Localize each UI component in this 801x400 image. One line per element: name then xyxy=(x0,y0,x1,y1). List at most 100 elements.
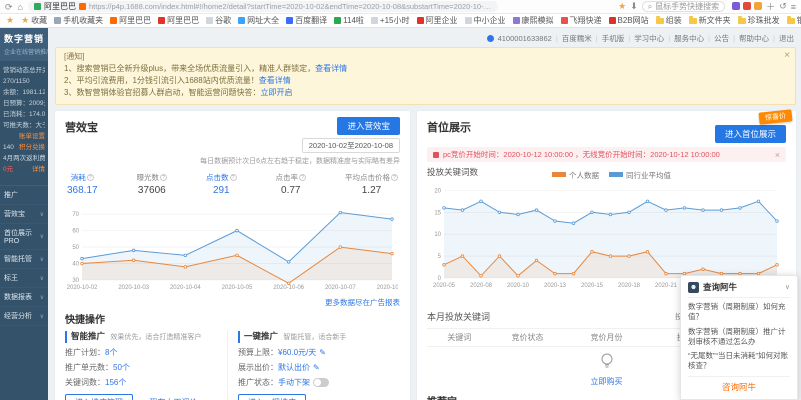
info-icon[interactable]: ? xyxy=(299,174,306,181)
enter-shouwei-button[interactable]: 进入首位展示 xyxy=(715,125,786,143)
trend-chart-left: 30405060702020-10-022020-10-032020-10-04… xyxy=(65,196,398,291)
chat-question[interactable]: 数字营销（周期制度）如何充值？ xyxy=(688,302,790,322)
account-bar-item[interactable]: 4100001633862 xyxy=(498,34,552,43)
bookmark-item[interactable]: 阿里企业 xyxy=(417,15,458,26)
chat-question[interactable]: 数字营销（周期制度）推广计划审核不通过怎么办 xyxy=(688,327,790,347)
sidebar-stat-row: 日预算：2009元充值 xyxy=(3,98,45,109)
chat-question[interactable]: “无尾数”“当日未消耗”如何对账核查？ xyxy=(688,351,790,371)
svg-text:2020-15: 2020-15 xyxy=(581,283,604,289)
info-icon[interactable]: ? xyxy=(160,174,167,181)
panel-right-head: 首位展示 进入首位展示 xyxy=(427,117,786,143)
svg-text:15: 15 xyxy=(434,210,441,216)
trend-chart-right: 051015202020-052020-082020-102020-132020… xyxy=(427,181,783,289)
info-icon[interactable]: ? xyxy=(230,174,237,181)
extension-icon[interactable] xyxy=(732,2,740,10)
sidebar-item-营效宝[interactable]: 营效宝∨ xyxy=(0,205,48,224)
bidding-notice-close-icon[interactable]: × xyxy=(771,150,780,160)
bookmark-site-icon xyxy=(609,17,616,24)
report-link-left[interactable]: 更多数据尽在广告报表 xyxy=(65,297,400,308)
url-field[interactable]: 阿里巴巴 https://p4p.1688.com/index.html#!/h… xyxy=(28,1,498,12)
chat-header[interactable]: ☻ 查询阿牛 ∨ xyxy=(688,281,790,298)
sidebar-item-标王[interactable]: 标王∨ xyxy=(0,269,48,288)
bookmark-item[interactable]: 康熙模拟 xyxy=(513,15,554,26)
sidebar-item-智能托管[interactable]: 智能托管∨ xyxy=(0,250,48,269)
notice-text: 1、搜索营销已全新升级plus，带来全场优质流量引入，精准人群锁定， xyxy=(64,64,315,73)
bookmark-star-icon[interactable]: ★ xyxy=(618,1,626,12)
bookmark-item[interactable]: 银行金融 xyxy=(787,15,801,26)
browser-search-input[interactable]: ⌕ 鼠标手势快捷搜索 xyxy=(642,1,725,12)
edit-icon[interactable]: ✎ xyxy=(313,363,320,372)
bookmark-item[interactable]: 珍珠批发 xyxy=(738,15,780,26)
sidebar-item-推广[interactable]: 推广 xyxy=(0,186,48,205)
bookmark-item[interactable]: 中小企业 xyxy=(465,15,506,26)
bookmarks-star-icon[interactable]: ★ xyxy=(6,15,14,26)
bookmark-label: 网址大全 xyxy=(247,15,279,26)
kpi-stat: 消耗?368.17 xyxy=(67,172,98,196)
month-keywords-title: 本月投放关键词 xyxy=(427,310,490,323)
enter-promo-manage-button[interactable]: 进入推广管理 xyxy=(65,394,133,400)
sidebar-link[interactable]: 积分兑换 xyxy=(19,142,45,153)
account-bar-item[interactable]: 学习中心 xyxy=(634,33,664,44)
bookmark-item[interactable]: 手机收藏夹 xyxy=(54,15,103,26)
op-value: 手动下架 xyxy=(278,377,310,388)
app-subtitle: 企业在线营销推广平台 xyxy=(4,47,44,56)
account-bar-item[interactable]: 公告 xyxy=(714,33,729,44)
status-toggle[interactable] xyxy=(313,378,329,387)
home-icon[interactable]: ⌂ xyxy=(18,2,23,12)
bookmark-label: 手机收藏夹 xyxy=(63,15,103,26)
notice-link[interactable]: 查看详情 xyxy=(315,64,347,73)
onekey-promo-block: 一键推广 智能托管，适合新手 预算上限：¥60.0元/天✎展示出价：默认出价✎推… xyxy=(227,331,400,400)
refresh-icon[interactable]: ⟳ xyxy=(5,2,13,12)
account-bar-item[interactable]: 百度糯米 xyxy=(562,33,592,44)
edit-icon[interactable]: ✎ xyxy=(319,348,326,357)
bookmark-item[interactable]: 阿里巴巴 xyxy=(110,15,151,26)
sidebar-item-首位展示PRO[interactable]: 首位展示PRO∨ xyxy=(0,224,48,250)
bookmark-item[interactable]: ★收藏 xyxy=(21,15,47,26)
notice-link[interactable]: 查看详情 xyxy=(259,76,291,85)
bookmark-item[interactable]: B2B网站 xyxy=(609,15,649,26)
sidebar-item-经营分析[interactable]: 经营分析∨ xyxy=(0,307,48,326)
bookmark-item[interactable]: 114啦 xyxy=(334,15,364,26)
info-icon[interactable]: ? xyxy=(391,174,398,181)
date-range-picker[interactable]: 2020-10-02至2020-10-08 xyxy=(302,138,400,153)
bookmark-item[interactable]: 新文件夹 xyxy=(689,15,731,26)
megaphone-icon xyxy=(433,152,439,158)
bookmark-item[interactable]: 组装 xyxy=(656,15,682,26)
chat-chevron-icon[interactable]: ∨ xyxy=(785,283,790,291)
bookmark-item[interactable]: 百度翻译 xyxy=(286,15,327,26)
restore-icon[interactable]: ↺ xyxy=(779,1,787,12)
bookmark-item[interactable]: 阿里巴巴 xyxy=(158,15,199,26)
download-icon[interactable]: ⬇ xyxy=(630,1,638,12)
add-icon[interactable]: ＋ xyxy=(766,0,775,13)
info-icon[interactable]: ? xyxy=(87,174,94,181)
account-bar-item[interactable]: 帮助中心 xyxy=(739,33,769,44)
quick-ops: 智能推广 效果优先，适合打造精准客户 推广计划：8个推广单元数：50个关键词数：… xyxy=(65,331,400,400)
svg-text:2020-10: 2020-10 xyxy=(507,283,530,289)
notice-link[interactable]: 立即开启 xyxy=(260,88,292,97)
sidebar-stat-row: 140积分兑换 xyxy=(3,142,45,153)
pinwheel-icon[interactable] xyxy=(754,2,762,10)
kpi-value: 368.17 xyxy=(67,185,98,196)
op-row: 推广计划：8个 xyxy=(65,347,227,358)
account-bar-item[interactable]: 手机版 xyxy=(602,33,625,44)
op-label: 推广单元数： xyxy=(65,362,113,373)
sidebar-item-数据报表[interactable]: 数据报表∨ xyxy=(0,288,48,307)
account-bar-item[interactable]: 退出 xyxy=(779,33,794,44)
sidebar-link[interactable]: 账单设置 xyxy=(19,131,45,142)
enter-yingxiaobao-button[interactable]: 进入营效宝 xyxy=(337,117,400,135)
bidding-notice: pc竞价开始时间：2020-10-12 10:00:00 ，无线竞价开始时间：2… xyxy=(427,147,786,162)
shield-icon[interactable] xyxy=(743,2,751,10)
bookmark-item[interactable]: 飞翔快递 xyxy=(561,15,602,26)
bookmark-item[interactable]: 谷歌 xyxy=(206,15,231,26)
notice-close-icon[interactable]: × xyxy=(784,50,790,61)
smart-promo-block: 智能推广 效果优先，适合打造精准客户 推广计划：8个推广单元数：50个关键词数：… xyxy=(65,331,227,400)
bookmark-item[interactable]: +15小时 xyxy=(371,15,410,26)
enter-onekey-promo-button[interactable]: 进入一键推广 xyxy=(238,394,306,400)
sidebar-link[interactable]: 详情 xyxy=(32,164,45,175)
svg-text:30: 30 xyxy=(72,278,79,284)
chevron-down-icon: ∨ xyxy=(40,294,44,301)
consult-aniu-link[interactable]: 咨询阿牛 xyxy=(688,376,790,393)
bookmark-item[interactable]: 网址大全 xyxy=(238,15,279,26)
browser-menu-icon[interactable]: ≡ xyxy=(791,2,796,12)
account-bar-item[interactable]: 服务中心 xyxy=(674,33,704,44)
